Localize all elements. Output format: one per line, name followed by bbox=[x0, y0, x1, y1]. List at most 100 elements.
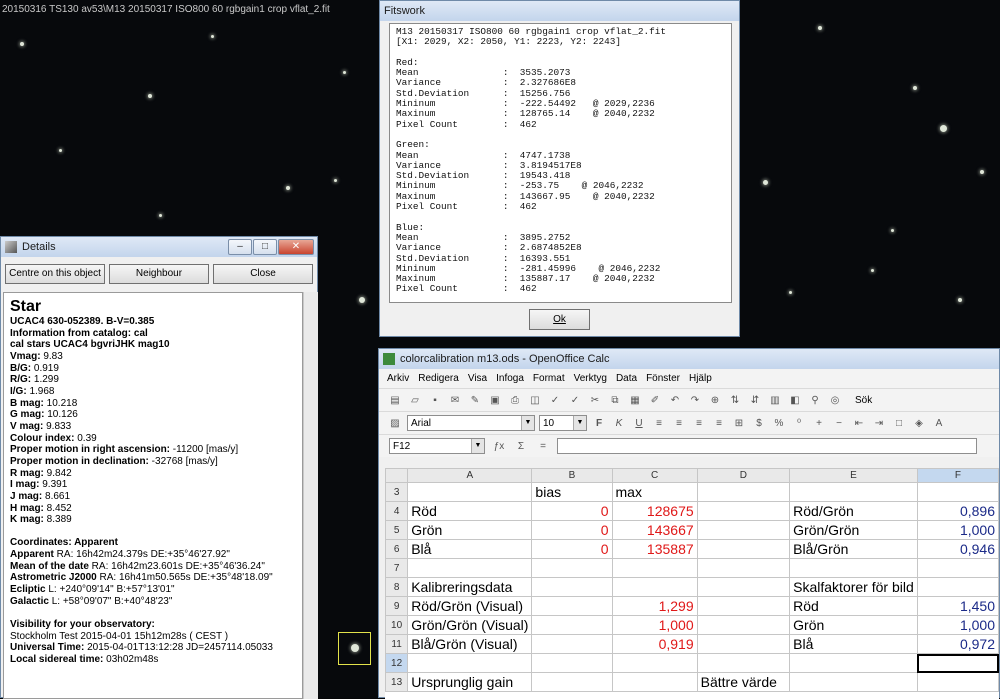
details-scrollbar[interactable] bbox=[303, 292, 318, 699]
calc-titlebar[interactable]: colorcalibration m13.ods - OpenOffice Ca… bbox=[379, 349, 999, 369]
chevron-down-icon[interactable]: ▼ bbox=[521, 416, 534, 430]
cell[interactable]: Röd/Grön bbox=[789, 501, 918, 521]
cell[interactable]: Grön bbox=[789, 615, 918, 635]
cell[interactable] bbox=[696, 539, 791, 559]
cell[interactable]: 1,000 bbox=[916, 520, 999, 540]
cell[interactable] bbox=[531, 596, 613, 616]
save-icon[interactable]: ▪ bbox=[427, 393, 443, 408]
find-icon[interactable]: ⚲ bbox=[807, 393, 823, 408]
merge-cells-icon[interactable]: ⊞ bbox=[731, 416, 747, 431]
chart-icon[interactable]: ▥ bbox=[767, 393, 783, 408]
cell[interactable]: Blå/Grön bbox=[789, 539, 918, 559]
font-size-select[interactable]: 10 ▼ bbox=[539, 415, 587, 431]
redo-icon[interactable]: ↷ bbox=[687, 393, 703, 408]
cell[interactable]: 1,450 bbox=[916, 596, 999, 616]
cell[interactable] bbox=[916, 577, 999, 597]
minimize-icon[interactable]: – bbox=[228, 239, 252, 255]
page-preview-icon[interactable]: ◫ bbox=[527, 393, 543, 408]
menu-item[interactable]: Data bbox=[616, 373, 637, 384]
equals-icon[interactable]: = bbox=[535, 439, 551, 454]
formula-input[interactable] bbox=[557, 438, 977, 454]
row-header[interactable]: 13 bbox=[385, 672, 409, 692]
cell[interactable]: Blå/Grön (Visual) bbox=[407, 634, 533, 654]
justify-icon[interactable]: ≡ bbox=[711, 416, 727, 431]
autospellcheck-icon[interactable]: ✓ bbox=[567, 393, 583, 408]
add-decimal-icon[interactable]: + bbox=[811, 416, 827, 431]
cell[interactable]: Grön/Grön bbox=[789, 520, 918, 540]
row-header[interactable]: 5 bbox=[385, 520, 409, 540]
cell[interactable] bbox=[696, 501, 791, 521]
cell[interactable]: 1,000 bbox=[916, 615, 999, 635]
cell[interactable]: Röd bbox=[407, 501, 533, 521]
cell[interactable]: 0 bbox=[531, 501, 613, 521]
menu-item[interactable]: Visa bbox=[468, 373, 487, 384]
format-paintbrush-icon[interactable]: ✐ bbox=[647, 393, 663, 408]
row-header[interactable]: 11 bbox=[385, 634, 409, 654]
cut-icon[interactable]: ✂ bbox=[587, 393, 603, 408]
menu-item[interactable]: Format bbox=[533, 373, 565, 384]
cell[interactable]: 0,946 bbox=[916, 539, 999, 559]
row-header[interactable]: 6 bbox=[385, 539, 409, 559]
sort-ascending-icon[interactable]: ⇅ bbox=[727, 393, 743, 408]
column-header[interactable]: C bbox=[611, 468, 698, 483]
bold-icon[interactable]: F bbox=[591, 416, 607, 431]
font-color-icon[interactable]: A bbox=[931, 416, 947, 431]
column-header[interactable]: E bbox=[789, 468, 918, 483]
align-left-icon[interactable]: ≡ bbox=[651, 416, 667, 431]
cell[interactable] bbox=[611, 577, 698, 597]
copy-icon[interactable]: ⧉ bbox=[607, 393, 623, 408]
borders-icon[interactable]: □ bbox=[891, 416, 907, 431]
cell[interactable]: 1,000 bbox=[611, 615, 698, 635]
centre-on-object-button[interactable]: Centre on this object bbox=[5, 264, 105, 284]
sum-icon[interactable]: Σ bbox=[513, 439, 529, 454]
chevron-down-icon[interactable]: ▼ bbox=[573, 416, 586, 430]
cell[interactable] bbox=[696, 558, 791, 578]
cell[interactable]: max bbox=[611, 482, 698, 502]
menu-item[interactable]: Hjälp bbox=[689, 373, 712, 384]
cell[interactable] bbox=[916, 558, 999, 578]
fitswork-titlebar[interactable]: Fitswork bbox=[380, 1, 739, 21]
spellcheck-icon[interactable]: ✓ bbox=[547, 393, 563, 408]
sort-descending-icon[interactable]: ⇵ bbox=[747, 393, 763, 408]
menu-item[interactable]: Fönster bbox=[646, 373, 680, 384]
percent-icon[interactable]: % bbox=[771, 416, 787, 431]
cell[interactable] bbox=[696, 520, 791, 540]
search-label[interactable]: Sök bbox=[855, 395, 872, 406]
cell[interactable] bbox=[611, 558, 698, 578]
spreadsheet-grid[interactable]: ABCDEF 3 bias max 4 Röd 0 128675 Röd/Grön 0,896 5… bbox=[385, 468, 999, 699]
standard-number-icon[interactable]: ⁰ bbox=[791, 416, 807, 431]
menu-item[interactable]: Verktyg bbox=[574, 373, 607, 384]
cell[interactable]: 0,919 bbox=[611, 634, 698, 654]
column-header[interactable]: B bbox=[531, 468, 613, 483]
row-header[interactable]: 3 bbox=[385, 482, 409, 502]
column-header[interactable]: D bbox=[696, 468, 791, 483]
hyperlink-icon[interactable]: ⊕ bbox=[707, 393, 723, 408]
select-all-corner[interactable] bbox=[385, 468, 409, 483]
email-icon[interactable]: ✉ bbox=[447, 393, 463, 408]
cell[interactable] bbox=[531, 672, 613, 692]
row-header[interactable]: 9 bbox=[385, 596, 409, 616]
cell[interactable] bbox=[407, 653, 533, 673]
increase-indent-icon[interactable]: ⇥ bbox=[871, 416, 887, 431]
cell[interactable]: Röd bbox=[789, 596, 918, 616]
cell[interactable]: 0,972 bbox=[916, 634, 999, 654]
name-box[interactable]: F12 ▼ bbox=[389, 438, 485, 454]
cell[interactable]: 143667 bbox=[611, 520, 698, 540]
cell[interactable]: Bättre värde bbox=[696, 672, 791, 692]
show-draw-functions-icon[interactable]: ◧ bbox=[787, 393, 803, 408]
neighbour-button[interactable]: Neighbour bbox=[109, 264, 209, 284]
cell[interactable]: Blå bbox=[789, 634, 918, 654]
cell[interactable] bbox=[789, 672, 918, 692]
currency-icon[interactable]: $ bbox=[751, 416, 767, 431]
cell[interactable]: Blå bbox=[407, 539, 533, 559]
font-name-select[interactable]: Arial ▼ bbox=[407, 415, 535, 431]
cell[interactable]: Kalibreringsdata bbox=[407, 577, 533, 597]
row-header[interactable]: 10 bbox=[385, 615, 409, 635]
cell[interactable]: Skalfaktorer för bild bbox=[789, 577, 918, 597]
cell[interactable] bbox=[696, 482, 791, 502]
cell[interactable] bbox=[531, 653, 613, 673]
ok-button[interactable]: Ok bbox=[529, 309, 590, 330]
styles-icon[interactable]: ▨ bbox=[387, 416, 403, 431]
cell[interactable]: 128675 bbox=[611, 501, 698, 521]
decrease-indent-icon[interactable]: ⇤ bbox=[851, 416, 867, 431]
